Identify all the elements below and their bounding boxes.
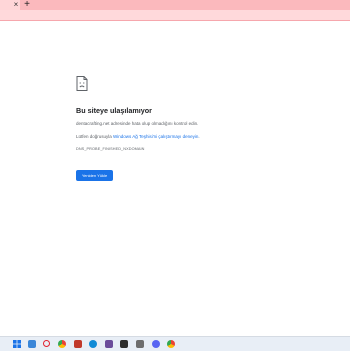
reload-button[interactable]: Yeniden Yükle — [76, 170, 113, 181]
shield-app-icon[interactable] — [74, 340, 82, 348]
sad-document-icon — [76, 76, 88, 91]
suggestion-suffix: . — [198, 134, 200, 139]
discord-icon[interactable] — [152, 340, 160, 348]
error-suggestion: Lütfen doğrusuyla Windows Ağ Teşhisi'ni … — [76, 134, 200, 139]
opera-icon[interactable] — [43, 340, 50, 347]
new-tab-button[interactable]: + — [22, 0, 32, 10]
media-icon[interactable] — [105, 340, 113, 348]
tab-strip: × + — [0, 0, 350, 10]
browser-toolbar — [0, 10, 350, 21]
error-code: DNS_PROBE_FINISHED_NXDOMAIN — [76, 147, 145, 151]
file-explorer-icon[interactable] — [28, 340, 36, 348]
error-title: Bu siteye ulaşılamıyor — [76, 106, 152, 115]
suggestion-prefix: Lütfen doğrusuyla — [76, 134, 114, 139]
page-content — [0, 21, 350, 336]
chrome-active-icon[interactable] — [167, 340, 175, 348]
tab-close-icon[interactable]: × — [12, 0, 20, 10]
tab-active[interactable]: × — [0, 0, 20, 10]
network-diagnostics-link[interactable]: Windows Ağ Teşhisi'ni çalıştırmayı deney… — [113, 134, 198, 139]
store-icon[interactable] — [120, 340, 128, 348]
chrome-icon[interactable] — [58, 340, 66, 348]
game-icon[interactable] — [136, 340, 144, 348]
taskbar — [0, 336, 350, 351]
error-description: dentacrafting.net adresinde hata olup ol… — [76, 121, 199, 126]
windows-start-icon[interactable] — [13, 340, 21, 348]
edge-icon[interactable] — [89, 340, 97, 348]
